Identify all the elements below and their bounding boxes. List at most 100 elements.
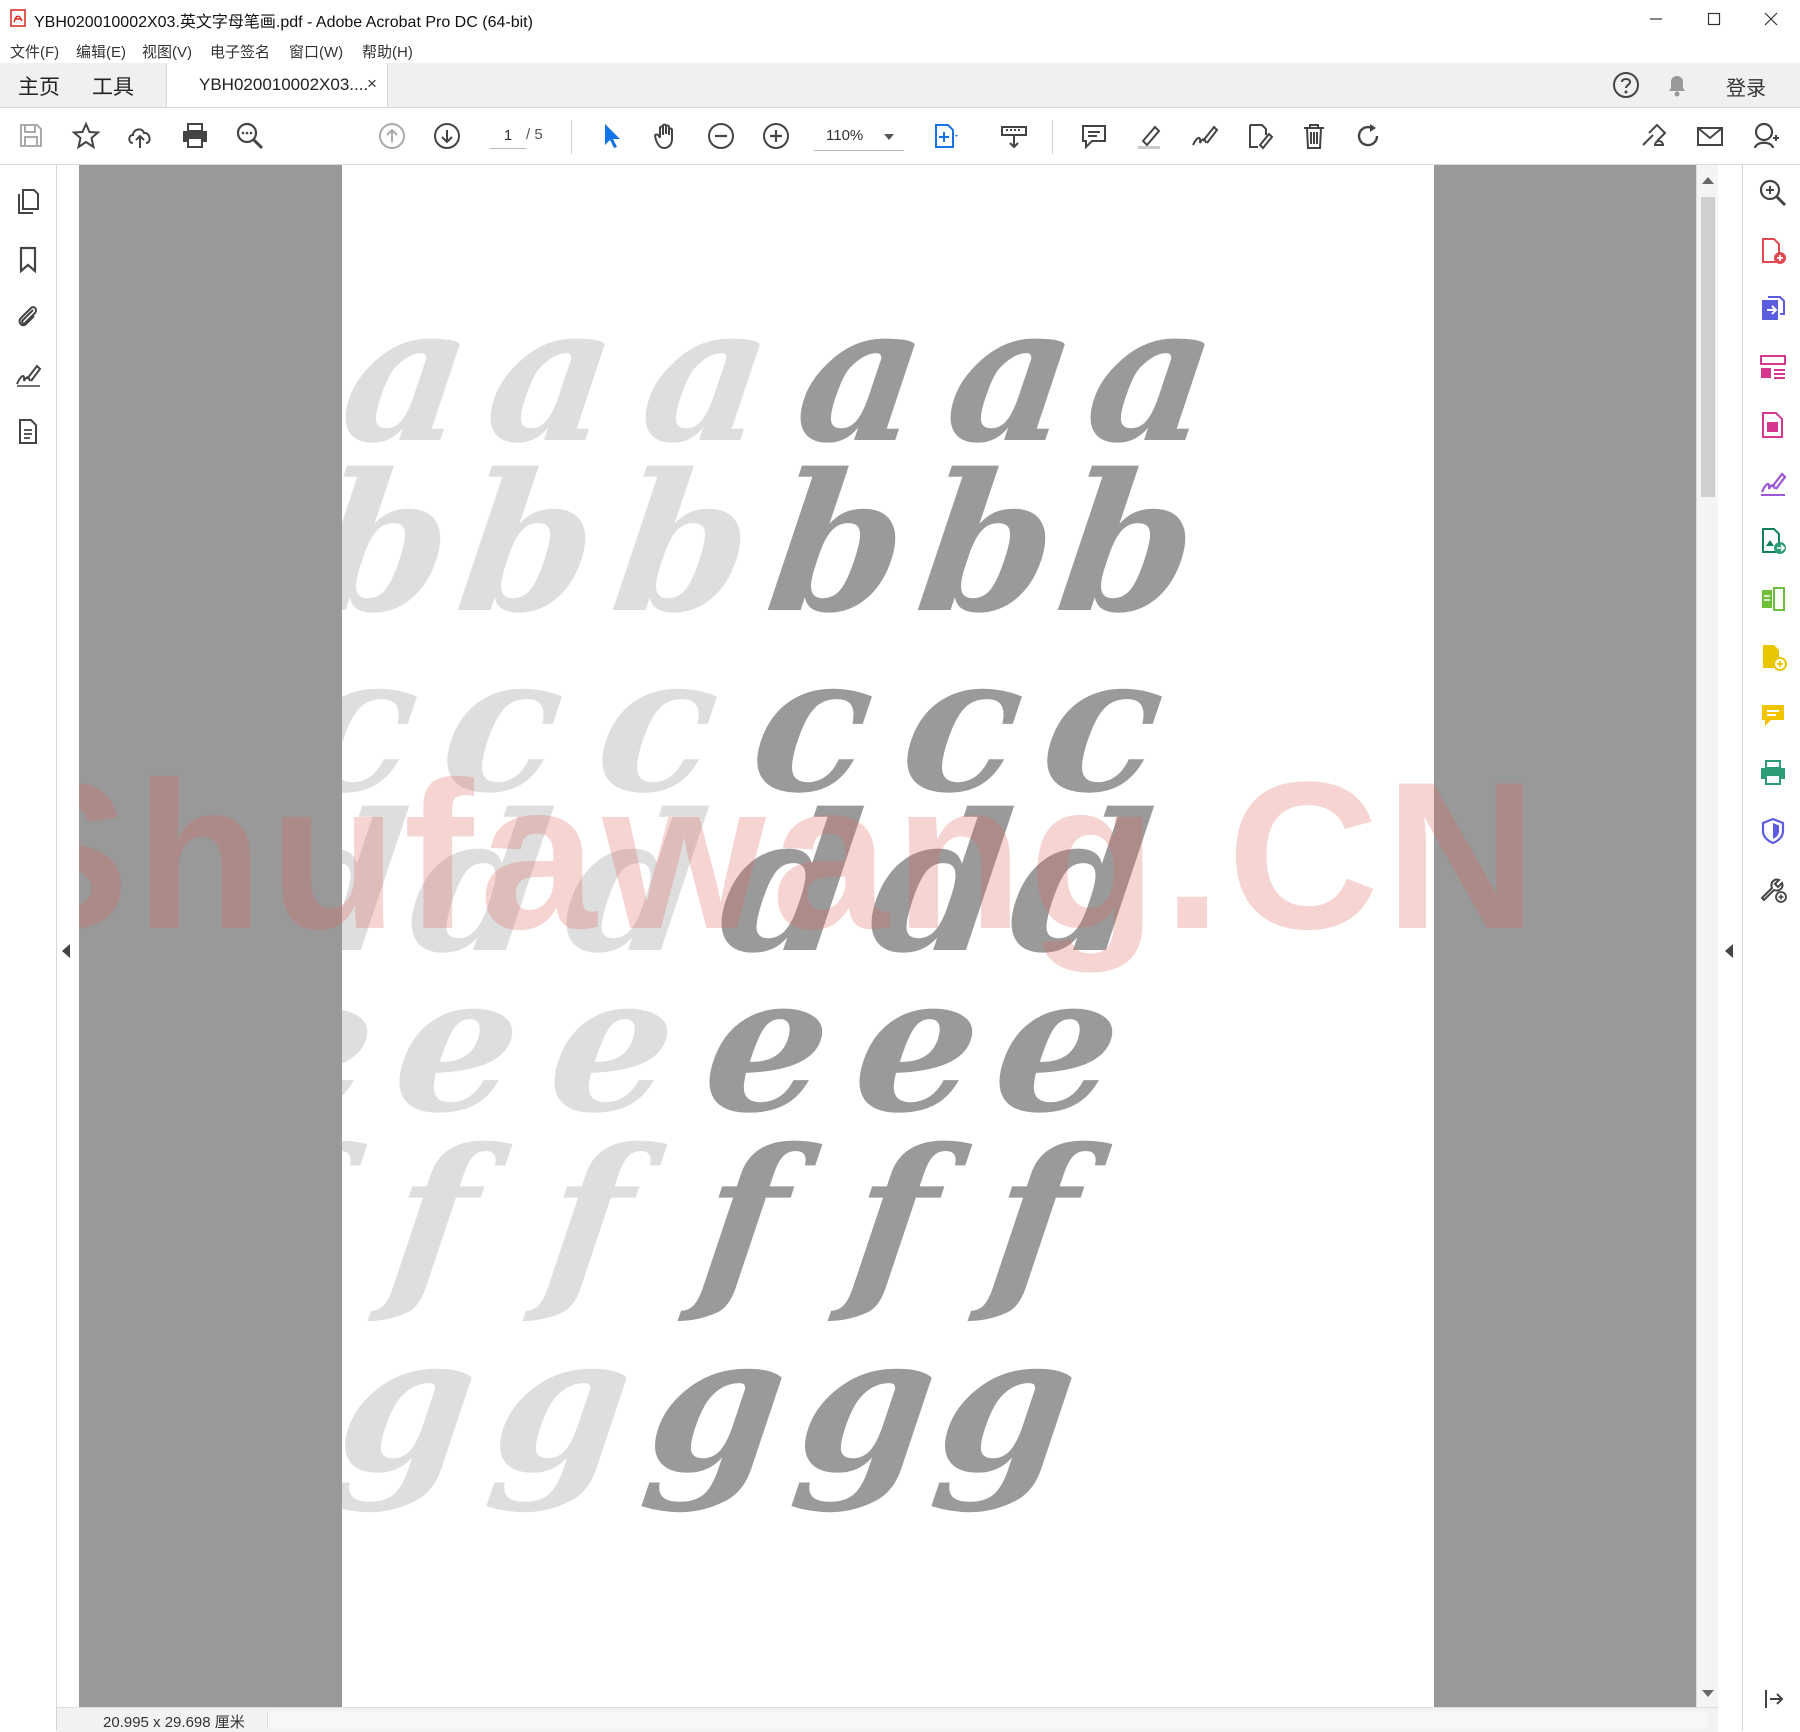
menu-help[interactable]: 帮助(H) — [362, 41, 413, 62]
comment-icon — [1082, 125, 1106, 150]
document-icon — [19, 419, 37, 444]
horizontal-scrollbar[interactable] — [267, 1711, 1708, 1729]
acrobat-app-icon — [10, 9, 26, 27]
tab-tools[interactable]: 工具 — [92, 71, 134, 101]
print-icon — [183, 123, 207, 148]
highlight-button[interactable] — [1133, 120, 1165, 152]
prev-page-icon — [379, 123, 405, 149]
bell-icon[interactable] — [1664, 71, 1690, 99]
signatures-button[interactable] — [12, 358, 44, 390]
tool-export-image[interactable] — [1757, 525, 1789, 557]
share-link-button[interactable] — [1638, 120, 1670, 152]
document-viewport[interactable]: aaaaaabbbbbbccccccddddddeeeeeeffffffgggg… — [79, 165, 1696, 1707]
select-tool-button[interactable] — [596, 120, 628, 152]
save-icon — [20, 124, 42, 147]
tool-edit-pdf[interactable] — [1757, 409, 1789, 441]
tool-create-pdf[interactable] — [1757, 235, 1789, 267]
tool-more[interactable] — [1757, 873, 1789, 905]
zoom-out-button[interactable] — [705, 120, 737, 152]
print-button[interactable] — [179, 120, 211, 152]
delete-button[interactable] — [1298, 120, 1330, 152]
attachments-button[interactable] — [12, 300, 44, 332]
fit-page-icon — [935, 124, 958, 148]
zoom-select[interactable]: 110% — [814, 122, 904, 151]
save-button[interactable] — [15, 120, 47, 152]
tool-export-pdf[interactable] — [1757, 293, 1789, 325]
minimize-icon — [1650, 18, 1662, 20]
tab-document[interactable]: YBH020010002X03.... × — [166, 63, 388, 107]
find-button[interactable] — [234, 120, 266, 152]
upload-button[interactable] — [124, 120, 156, 152]
share-link-icon — [1642, 123, 1667, 146]
page-number-input[interactable]: 1 — [490, 124, 526, 149]
tab-close-button[interactable]: × — [367, 74, 377, 94]
left-nav-panel — [0, 165, 57, 1731]
menu-bar: 文件(F) 编辑(E) 视图(V) 电子签名 窗口(W) 帮助(H) — [0, 38, 1800, 63]
hand-tool-icon — [653, 123, 673, 150]
page-thumbnails-button[interactable] — [12, 185, 44, 217]
tool-combine[interactable] — [1757, 641, 1789, 673]
close-icon — [1764, 12, 1778, 26]
page-dimensions: 20.995 x 29.698 厘米 — [103, 1714, 245, 1731]
rotate-button[interactable] — [1352, 120, 1384, 152]
menu-view[interactable]: 视图(V) — [142, 41, 192, 62]
document-properties-button[interactable] — [12, 415, 44, 447]
more-tools-icon — [1760, 878, 1787, 903]
maximize-icon — [1707, 12, 1721, 26]
maximize-button[interactable] — [1685, 0, 1743, 38]
tool-organize-pages[interactable] — [1757, 351, 1789, 383]
tab-document-label: YBH020010002X03.... — [199, 75, 369, 94]
tool-comment[interactable] — [1757, 699, 1789, 731]
signin-link[interactable]: 登录 — [1726, 72, 1766, 101]
zoom-in-button[interactable] — [760, 120, 792, 152]
tool-search[interactable] — [1757, 177, 1789, 209]
scroll-thumb[interactable] — [1701, 197, 1715, 497]
menu-window[interactable]: 窗口(W) — [289, 41, 343, 62]
minimize-button[interactable] — [1627, 0, 1685, 38]
stamp-icon — [1249, 124, 1274, 150]
letter-glyph: g — [636, 1293, 800, 1516]
prev-page-button[interactable] — [376, 120, 408, 152]
collapse-right-panel-icon[interactable] — [1725, 944, 1733, 958]
collapse-left-panel-icon[interactable] — [62, 944, 70, 958]
zoom-value: 110% — [826, 127, 864, 144]
comment-button[interactable] — [1078, 120, 1110, 152]
compare-icon — [1762, 587, 1785, 611]
close-window-button[interactable] — [1742, 0, 1800, 38]
menu-esign[interactable]: 电子签名 — [210, 41, 270, 62]
bookmarks-button[interactable] — [12, 243, 44, 275]
scroll-down-icon[interactable] — [1702, 1690, 1714, 1697]
edit-pdf-icon — [1762, 412, 1783, 438]
letter-glyph: g — [481, 1293, 645, 1516]
sign-icon — [1192, 125, 1219, 146]
vertical-scrollbar[interactable] — [1696, 165, 1719, 1707]
tool-compare[interactable] — [1757, 583, 1789, 615]
stamp-button[interactable] — [1243, 120, 1275, 152]
fit-page-button[interactable] — [930, 120, 962, 152]
exit-arrow-icon — [1765, 1690, 1784, 1708]
tab-home[interactable]: 主页 — [18, 71, 60, 101]
tool-fill-sign[interactable] — [1757, 467, 1789, 499]
keyboard-button[interactable] — [998, 120, 1030, 152]
combine-icon — [1763, 645, 1787, 671]
menu-edit[interactable]: 编辑(E) — [76, 41, 126, 62]
attachment-icon — [18, 306, 38, 327]
title-bar: YBH020010002X03.英文字母笔画.pdf - Adobe Acrob… — [0, 0, 1800, 39]
favorite-button[interactable] — [70, 120, 102, 152]
sign-button[interactable] — [1188, 120, 1220, 152]
toolbar-divider — [571, 120, 572, 154]
scroll-up-icon[interactable] — [1702, 177, 1714, 184]
add-user-button[interactable] — [1750, 120, 1782, 152]
next-page-button[interactable] — [431, 120, 463, 152]
letter-glyph: g — [342, 1293, 490, 1516]
collapse-tools-button[interactable] — [1757, 1683, 1789, 1715]
help-icon[interactable] — [1612, 71, 1640, 99]
rotate-icon — [1357, 124, 1379, 147]
tool-print-production[interactable] — [1757, 757, 1789, 789]
left-gutter — [57, 165, 79, 1707]
add-user-icon — [1753, 122, 1779, 149]
email-button[interactable] — [1694, 120, 1726, 152]
hand-tool-button[interactable] — [650, 120, 682, 152]
menu-file[interactable]: 文件(F) — [10, 41, 59, 62]
tool-protect[interactable] — [1757, 815, 1789, 847]
